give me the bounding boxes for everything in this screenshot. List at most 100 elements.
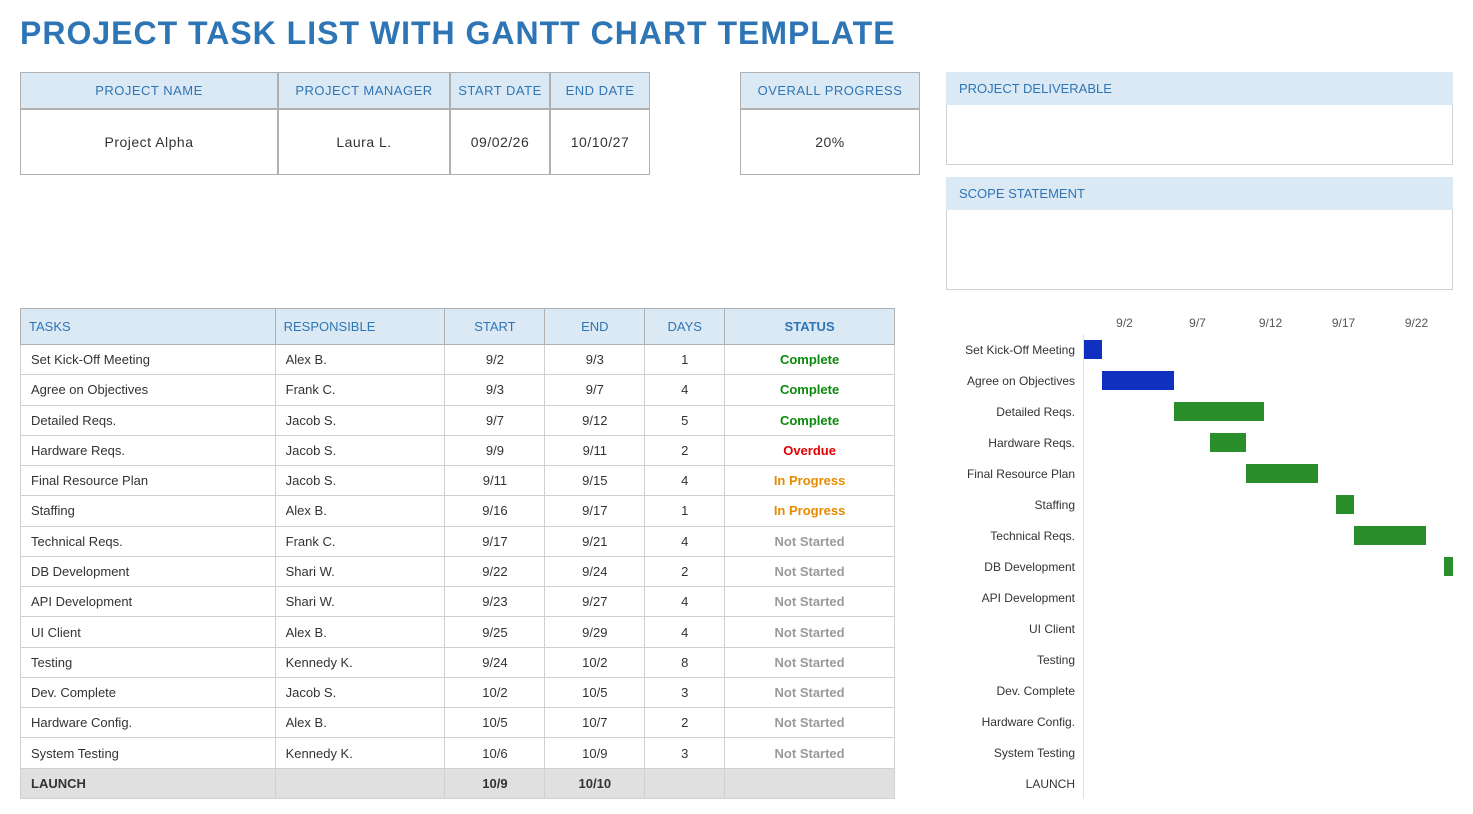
status-cell[interactable]: Not Started (725, 587, 895, 617)
table-row[interactable]: UI ClientAlex B.9/259/294Not Started (21, 617, 895, 647)
days-cell[interactable]: 3 (645, 738, 725, 768)
end-cell[interactable]: 9/15 (545, 466, 645, 496)
status-cell[interactable]: Not Started (725, 708, 895, 738)
table-row[interactable]: API DevelopmentShari W.9/239/274Not Star… (21, 587, 895, 617)
end-cell[interactable]: 10/5 (545, 677, 645, 707)
responsible-cell[interactable]: Jacob S. (275, 466, 445, 496)
start-cell[interactable]: 10/9 (445, 768, 545, 798)
status-cell[interactable] (725, 768, 895, 798)
responsible-cell[interactable]: Frank C. (275, 526, 445, 556)
responsible-cell[interactable]: Kennedy K. (275, 647, 445, 677)
table-row[interactable]: Detailed Reqs.Jacob S.9/79/125Complete (21, 405, 895, 435)
task-name-cell[interactable]: Hardware Config. (21, 708, 276, 738)
start-cell[interactable]: 9/23 (445, 587, 545, 617)
end-cell[interactable]: 9/21 (545, 526, 645, 556)
end-cell[interactable]: 10/2 (545, 647, 645, 677)
project-deliverable-cell[interactable] (946, 105, 1453, 165)
task-name-cell[interactable]: DB Development (21, 556, 276, 586)
responsible-cell[interactable]: Jacob S. (275, 405, 445, 435)
responsible-cell[interactable]: Alex B. (275, 617, 445, 647)
start-cell[interactable]: 9/3 (445, 375, 545, 405)
start-cell[interactable]: 9/24 (445, 647, 545, 677)
start-cell[interactable]: 9/7 (445, 405, 545, 435)
status-cell[interactable]: Complete (725, 345, 895, 375)
table-row[interactable]: TestingKennedy K.9/2410/28Not Started (21, 647, 895, 677)
end-date-cell[interactable]: 10/10/27 (550, 109, 650, 175)
table-row[interactable]: Hardware Reqs.Jacob S.9/99/112Overdue (21, 435, 895, 465)
days-cell[interactable]: 5 (645, 405, 725, 435)
start-cell[interactable]: 9/16 (445, 496, 545, 526)
end-cell[interactable]: 9/17 (545, 496, 645, 526)
task-name-cell[interactable]: Detailed Reqs. (21, 405, 276, 435)
status-cell[interactable]: Not Started (725, 738, 895, 768)
status-cell[interactable]: Not Started (725, 647, 895, 677)
responsible-cell[interactable]: Shari W. (275, 556, 445, 586)
responsible-cell[interactable]: Alex B. (275, 345, 445, 375)
days-cell[interactable]: 8 (645, 647, 725, 677)
days-cell[interactable]: 4 (645, 617, 725, 647)
task-name-cell[interactable]: Final Resource Plan (21, 466, 276, 496)
task-name-cell[interactable]: System Testing (21, 738, 276, 768)
table-row[interactable]: StaffingAlex B.9/169/171In Progress (21, 496, 895, 526)
task-name-cell[interactable]: Dev. Complete (21, 677, 276, 707)
days-cell[interactable]: 3 (645, 677, 725, 707)
task-name-cell[interactable]: Agree on Objectives (21, 375, 276, 405)
status-cell[interactable]: Complete (725, 405, 895, 435)
end-cell[interactable]: 10/7 (545, 708, 645, 738)
status-cell[interactable]: Complete (725, 375, 895, 405)
responsible-cell[interactable]: Kennedy K. (275, 738, 445, 768)
table-row[interactable]: Dev. CompleteJacob S.10/210/53Not Starte… (21, 677, 895, 707)
project-name-cell[interactable]: Project Alpha (20, 109, 278, 175)
days-cell[interactable]: 1 (645, 496, 725, 526)
task-name-cell[interactable]: Set Kick-Off Meeting (21, 345, 276, 375)
end-cell[interactable]: 9/7 (545, 375, 645, 405)
table-row[interactable]: Hardware Config.Alex B.10/510/72Not Star… (21, 708, 895, 738)
project-manager-cell[interactable]: Laura L. (278, 109, 450, 175)
responsible-cell[interactable]: Alex B. (275, 708, 445, 738)
days-cell[interactable]: 2 (645, 435, 725, 465)
status-cell[interactable]: Not Started (725, 556, 895, 586)
status-cell[interactable]: In Progress (725, 496, 895, 526)
start-cell[interactable]: 9/22 (445, 556, 545, 586)
start-cell[interactable]: 9/11 (445, 466, 545, 496)
status-cell[interactable]: Not Started (725, 617, 895, 647)
status-cell[interactable]: In Progress (725, 466, 895, 496)
start-cell[interactable]: 9/25 (445, 617, 545, 647)
start-cell[interactable]: 9/17 (445, 526, 545, 556)
status-cell[interactable]: Not Started (725, 526, 895, 556)
task-name-cell[interactable]: Testing (21, 647, 276, 677)
responsible-cell[interactable] (275, 768, 445, 798)
status-cell[interactable]: Overdue (725, 435, 895, 465)
responsible-cell[interactable]: Shari W. (275, 587, 445, 617)
task-name-cell[interactable]: UI Client (21, 617, 276, 647)
days-cell[interactable]: 4 (645, 466, 725, 496)
task-name-cell[interactable]: Hardware Reqs. (21, 435, 276, 465)
scope-statement-cell[interactable] (946, 210, 1453, 290)
days-cell[interactable] (645, 768, 725, 798)
end-cell[interactable]: 9/3 (545, 345, 645, 375)
start-cell[interactable]: 9/9 (445, 435, 545, 465)
end-cell[interactable]: 9/29 (545, 617, 645, 647)
start-cell[interactable]: 9/2 (445, 345, 545, 375)
days-cell[interactable]: 4 (645, 587, 725, 617)
table-row[interactable]: Set Kick-Off MeetingAlex B.9/29/31Comple… (21, 345, 895, 375)
responsible-cell[interactable]: Frank C. (275, 375, 445, 405)
task-name-cell[interactable]: Staffing (21, 496, 276, 526)
table-row[interactable]: LAUNCH10/910/10 (21, 768, 895, 798)
days-cell[interactable]: 1 (645, 345, 725, 375)
days-cell[interactable]: 4 (645, 526, 725, 556)
end-cell[interactable]: 9/11 (545, 435, 645, 465)
table-row[interactable]: Technical Reqs.Frank C.9/179/214Not Star… (21, 526, 895, 556)
days-cell[interactable]: 2 (645, 556, 725, 586)
table-row[interactable]: System TestingKennedy K.10/610/93Not Sta… (21, 738, 895, 768)
end-cell[interactable]: 9/27 (545, 587, 645, 617)
table-row[interactable]: Agree on ObjectivesFrank C.9/39/74Comple… (21, 375, 895, 405)
start-cell[interactable]: 10/5 (445, 708, 545, 738)
days-cell[interactable]: 4 (645, 375, 725, 405)
task-name-cell[interactable]: API Development (21, 587, 276, 617)
end-cell[interactable]: 10/10 (545, 768, 645, 798)
start-cell[interactable]: 10/6 (445, 738, 545, 768)
end-cell[interactable]: 10/9 (545, 738, 645, 768)
table-row[interactable]: DB DevelopmentShari W.9/229/242Not Start… (21, 556, 895, 586)
status-cell[interactable]: Not Started (725, 677, 895, 707)
